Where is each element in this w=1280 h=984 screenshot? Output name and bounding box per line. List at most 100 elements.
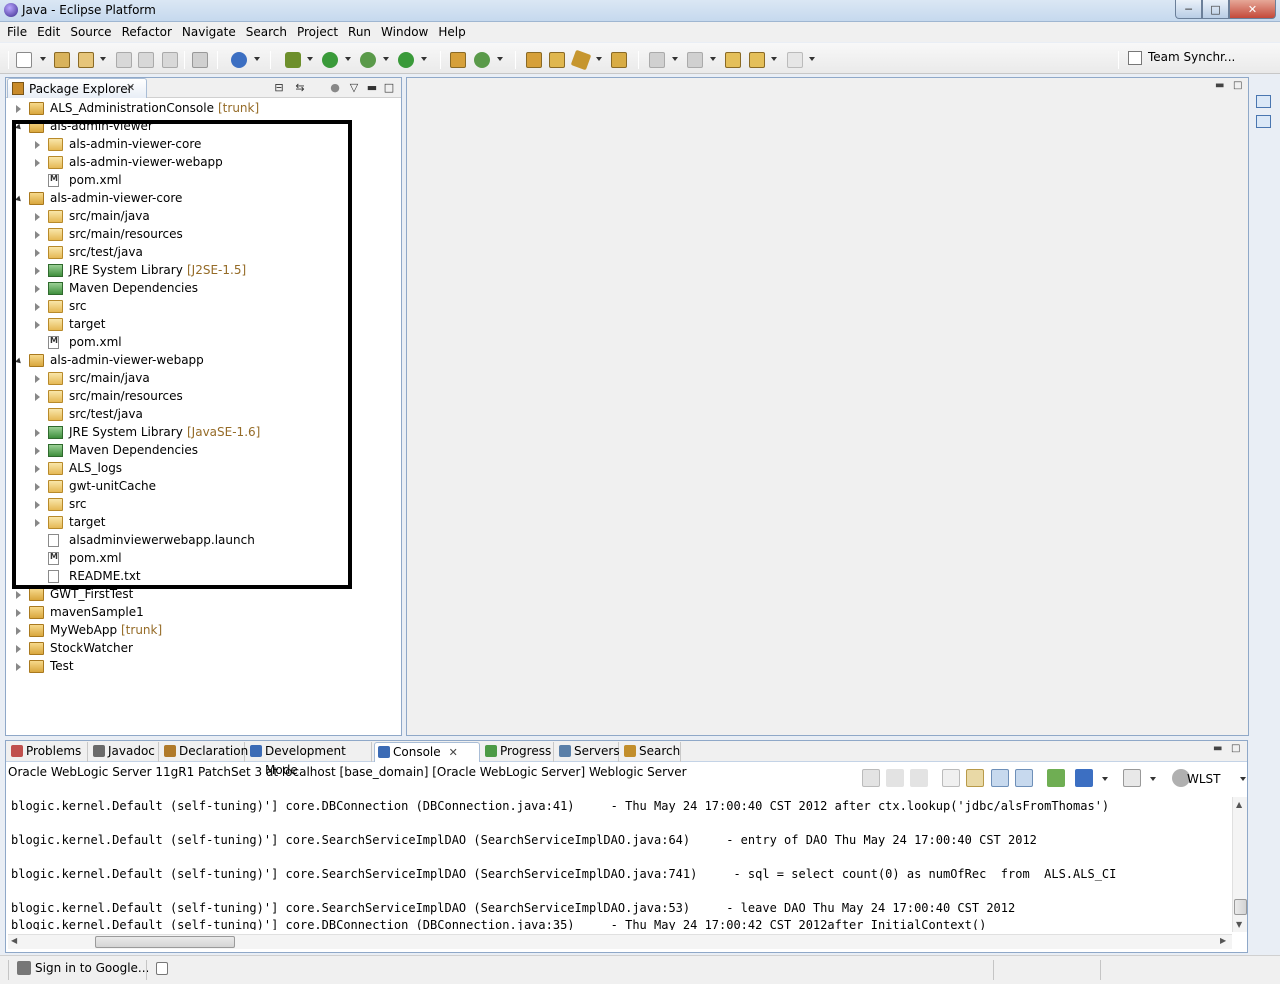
minimize-button[interactable]: ─ <box>1175 0 1202 19</box>
remove-all-terminated-icon[interactable] <box>910 769 928 787</box>
chevron-down-icon[interactable] <box>710 57 716 61</box>
scroll-down-icon[interactable]: ▼ <box>1236 920 1242 929</box>
tree-item[interactable]: src/main/java <box>6 370 401 388</box>
close-button[interactable]: ✕ <box>1229 0 1276 19</box>
collapsed-arrow-icon[interactable] <box>35 249 40 257</box>
menu-navigate[interactable]: Navigate <box>177 22 241 42</box>
tree-item[interactable]: als-admin-viewer-webapp <box>6 352 401 370</box>
tree-item[interactable]: Maven Dependencies <box>6 442 401 460</box>
collapsed-arrow-icon[interactable] <box>35 267 40 275</box>
open-type-icon[interactable] <box>192 52 208 68</box>
chevron-down-icon[interactable] <box>345 57 351 61</box>
tree-item[interactable]: ALS_AdministrationConsole [trunk] <box>6 100 401 118</box>
coverage-icon[interactable] <box>360 52 376 68</box>
maximize-button[interactable]: □ <box>1202 0 1229 19</box>
tree-item[interactable]: gwt-unitCache <box>6 478 401 496</box>
google-account-icon[interactable] <box>17 961 31 975</box>
vertical-scrollbar[interactable]: ▲ ▼ <box>1232 797 1247 932</box>
maximize-view-icon[interactable]: □ <box>382 81 396 95</box>
tree-item[interactable]: src <box>6 496 401 514</box>
tree-item[interactable]: als-admin-viewer-webapp <box>6 154 401 172</box>
scroll-left-icon[interactable]: ◀ <box>11 936 17 945</box>
tab-search[interactable]: Search <box>621 742 681 762</box>
expanded-arrow-icon[interactable] <box>15 195 23 204</box>
chevron-down-icon[interactable] <box>383 57 389 61</box>
chevron-down-icon[interactable] <box>1240 777 1246 781</box>
tree-item[interactable]: src/main/java <box>6 208 401 226</box>
tree-item[interactable]: target <box>6 316 401 334</box>
chevron-down-icon[interactable] <box>307 57 313 61</box>
close-icon[interactable]: ✕ <box>449 746 458 759</box>
tree-item[interactable]: target <box>6 514 401 532</box>
collapsed-arrow-icon[interactable] <box>35 213 40 221</box>
back-icon[interactable] <box>749 52 765 68</box>
open-console-icon[interactable] <box>1123 769 1141 787</box>
collapsed-arrow-icon[interactable] <box>35 519 40 527</box>
pen-icon[interactable] <box>570 49 592 71</box>
chevron-down-icon[interactable] <box>596 57 602 61</box>
print-icon[interactable] <box>162 52 178 68</box>
tab-package-explorer[interactable]: Package Explorer ✕ <box>7 78 147 98</box>
tab-javadoc[interactable]: Javadoc <box>90 742 159 762</box>
collapsed-arrow-icon[interactable] <box>35 375 40 383</box>
search-toolbar-icon[interactable] <box>611 52 627 68</box>
tree-item[interactable]: pom.xml <box>6 550 401 568</box>
tree-item[interactable]: GWT_FirstTest <box>6 586 401 604</box>
collapsed-arrow-icon[interactable] <box>35 231 40 239</box>
next-annotation-icon[interactable] <box>649 52 665 68</box>
chevron-down-icon[interactable] <box>771 57 777 61</box>
collapsed-arrow-icon[interactable] <box>35 501 40 509</box>
tree-item[interactable]: src <box>6 298 401 316</box>
collapsed-arrow-icon[interactable] <box>35 447 40 455</box>
menu-window[interactable]: Window <box>376 22 433 42</box>
run-icon[interactable] <box>322 52 338 68</box>
collapsed-arrow-icon[interactable] <box>35 465 40 473</box>
tree-item[interactable]: als-admin-viewer-core <box>6 136 401 154</box>
chevron-down-icon[interactable] <box>254 57 260 61</box>
terminate-icon[interactable] <box>862 769 880 787</box>
new-icon[interactable] <box>16 52 32 68</box>
debug-icon[interactable] <box>285 52 301 68</box>
collapsed-arrow-icon[interactable] <box>35 393 40 401</box>
tab-problems[interactable]: Problems <box>8 742 88 762</box>
restore-icon[interactable] <box>1256 95 1271 108</box>
save-icon[interactable] <box>116 52 132 68</box>
tab-development-mode[interactable]: Development Mode <box>247 742 372 777</box>
google-services-icon[interactable] <box>231 52 247 68</box>
tree-item[interactable]: als-admin-viewer-core <box>6 190 401 208</box>
tab-console[interactable]: Console ✕ <box>374 742 480 762</box>
tree-item[interactable]: mavenSample1 <box>6 604 401 622</box>
outline-icon[interactable] <box>1256 115 1271 128</box>
tree-item[interactable]: src/main/resources <box>6 388 401 406</box>
chevron-down-icon[interactable] <box>1102 777 1108 781</box>
chevron-down-icon[interactable] <box>40 57 46 61</box>
tree-item[interactable]: JRE System Library [J2SE-1.5] <box>6 262 401 280</box>
open-perspective-icon[interactable] <box>1128 51 1142 65</box>
show-on-stdout-icon[interactable] <box>991 769 1009 787</box>
collapsed-arrow-icon[interactable] <box>35 429 40 437</box>
tree-item[interactable]: src/test/java <box>6 244 401 262</box>
chevron-down-icon[interactable] <box>672 57 678 61</box>
tree-item[interactable]: Test <box>6 658 401 676</box>
previous-annotation-icon[interactable] <box>687 52 703 68</box>
pin-console-icon[interactable] <box>1047 769 1065 787</box>
chevron-down-icon[interactable] <box>100 57 106 61</box>
open-task-icon[interactable] <box>526 52 542 68</box>
vertical-scroll-thumb[interactable] <box>1234 899 1247 915</box>
tree-item[interactable]: MyWebApp [trunk] <box>6 622 401 640</box>
new-package-icon[interactable] <box>78 52 94 68</box>
tab-progress[interactable]: Progress <box>482 742 554 762</box>
tree-item[interactable]: StockWatcher <box>6 640 401 658</box>
scroll-lock-icon[interactable] <box>966 769 984 787</box>
collapse-all-icon[interactable]: ⊟ <box>272 81 286 95</box>
open-resource-icon[interactable] <box>549 52 565 68</box>
chevron-down-icon[interactable] <box>421 57 427 61</box>
menu-project[interactable]: Project <box>292 22 343 42</box>
tab-declaration[interactable]: Declaration <box>161 742 248 762</box>
tree-item[interactable]: ALS_logs <box>6 460 401 478</box>
menu-edit[interactable]: Edit <box>32 22 65 42</box>
collapsed-arrow-icon[interactable] <box>35 159 40 167</box>
new-java-project-icon[interactable] <box>54 52 70 68</box>
console-output[interactable]: blogic.kernel.Default (self-tuning)'] co… <box>10 797 1232 930</box>
menu-run[interactable]: Run <box>343 22 376 42</box>
